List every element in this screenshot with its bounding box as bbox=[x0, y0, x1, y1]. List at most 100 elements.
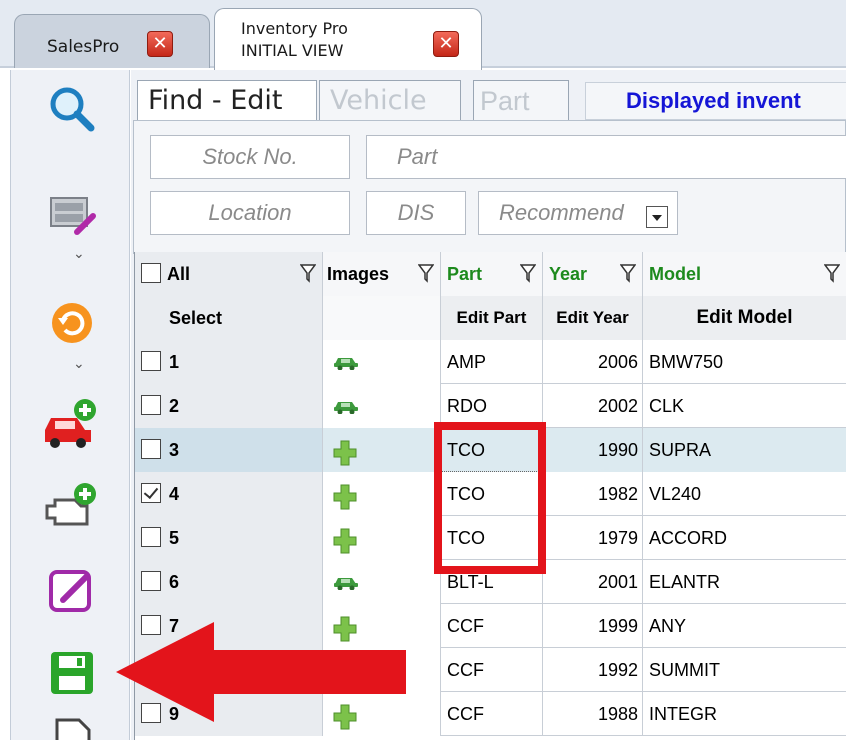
row-year[interactable]: 2001 bbox=[543, 560, 643, 604]
tab-salespro-label: SalesPro bbox=[47, 37, 120, 57]
images-edit-cell bbox=[323, 296, 441, 340]
close-icon[interactable]: ✕ bbox=[147, 31, 173, 57]
tab-vehicle[interactable]: Vehicle bbox=[319, 80, 461, 120]
left-toolbar: ⌄ ⌄ bbox=[10, 70, 130, 740]
edit-form-icon[interactable] bbox=[47, 188, 97, 238]
plus-icon[interactable] bbox=[333, 440, 357, 470]
row-image-cell[interactable] bbox=[323, 340, 441, 384]
add-engine-icon[interactable] bbox=[41, 482, 99, 532]
row-select-cell[interactable]: 6 bbox=[135, 560, 323, 604]
save-icon[interactable] bbox=[47, 648, 97, 698]
row-select-cell[interactable]: 3 bbox=[135, 428, 323, 472]
tab-part[interactable]: Part bbox=[473, 80, 569, 120]
row-model[interactable]: VL240 bbox=[643, 472, 846, 516]
row-number: 2 bbox=[169, 396, 180, 416]
column-header-all-label: All bbox=[167, 264, 191, 284]
plus-icon[interactable] bbox=[333, 528, 357, 558]
dis-field[interactable]: DIS bbox=[366, 191, 466, 235]
row-year[interactable]: 2006 bbox=[543, 340, 643, 384]
tab-inventory-pro[interactable]: Inventory Pro INITIAL VIEW ✕ bbox=[214, 8, 482, 70]
row-model[interactable]: BMW750 bbox=[643, 340, 846, 384]
car-icon[interactable] bbox=[333, 354, 359, 374]
part-field[interactable]: Part bbox=[366, 135, 846, 179]
stock-no-field[interactable]: Stock No. bbox=[150, 135, 350, 179]
row-model[interactable]: INTEGR bbox=[643, 692, 846, 736]
location-field[interactable]: Location bbox=[150, 191, 350, 235]
row-model[interactable]: CLK bbox=[643, 384, 846, 428]
row-year[interactable]: 1988 bbox=[543, 692, 643, 736]
row-checkbox[interactable] bbox=[141, 395, 161, 415]
column-header-part-label: Part bbox=[447, 264, 483, 284]
chevron-down-icon[interactable] bbox=[646, 206, 668, 228]
column-header-images-label: Images bbox=[327, 264, 390, 284]
row-model[interactable]: SUMMIT bbox=[643, 648, 846, 692]
row-year[interactable]: 2002 bbox=[543, 384, 643, 428]
row-select-cell[interactable]: 2 bbox=[135, 384, 323, 428]
plus-icon[interactable] bbox=[333, 484, 357, 514]
row-part[interactable]: AMP bbox=[441, 340, 543, 384]
filter-icon[interactable] bbox=[418, 263, 434, 283]
tab-inventory-label-line1: Inventory Pro bbox=[241, 19, 348, 38]
add-vehicle-icon[interactable] bbox=[41, 398, 99, 448]
row-checkbox[interactable] bbox=[141, 483, 161, 503]
row-year[interactable]: 1992 bbox=[543, 648, 643, 692]
row-year[interactable]: 1999 bbox=[543, 604, 643, 648]
select-all-checkbox[interactable] bbox=[141, 263, 161, 283]
row-model[interactable]: ACCORD bbox=[643, 516, 846, 560]
app-tab-strip: SalesPro ✕ Inventory Pro INITIAL VIEW ✕ bbox=[0, 0, 846, 70]
row-checkbox[interactable] bbox=[141, 527, 161, 547]
row-year[interactable]: 1979 bbox=[543, 516, 643, 560]
close-icon[interactable]: ✕ bbox=[433, 31, 459, 57]
row-image-cell[interactable] bbox=[323, 560, 441, 604]
chevron-down-icon[interactable]: ⌄ bbox=[73, 356, 85, 372]
row-image-cell[interactable] bbox=[323, 472, 441, 516]
row-checkbox[interactable] bbox=[141, 571, 161, 591]
row-checkbox[interactable] bbox=[141, 439, 161, 459]
recommend-select[interactable]: Recommend bbox=[478, 191, 678, 235]
filter-icon[interactable] bbox=[300, 263, 316, 283]
filter-icon[interactable] bbox=[824, 263, 840, 283]
row-select-cell[interactable]: 5 bbox=[135, 516, 323, 560]
row-number: 3 bbox=[169, 440, 180, 460]
chevron-down-icon[interactable]: ⌄ bbox=[73, 246, 85, 262]
edit-model-button[interactable]: Edit Model bbox=[643, 296, 846, 340]
row-checkbox[interactable] bbox=[141, 351, 161, 371]
tab-find-edit[interactable]: Find - Edit bbox=[137, 80, 317, 120]
row-model[interactable]: ANY bbox=[643, 604, 846, 648]
row-select-cell[interactable]: 4 bbox=[135, 472, 323, 516]
filter-icon[interactable] bbox=[520, 263, 536, 283]
column-header-part[interactable]: Part bbox=[441, 252, 543, 296]
row-select-cell[interactable]: 1 bbox=[135, 340, 323, 384]
car-icon[interactable] bbox=[333, 398, 359, 418]
grid-header-row: All Images Part Year Model bbox=[135, 252, 846, 296]
row-image-cell[interactable] bbox=[323, 516, 441, 560]
column-header-all[interactable]: All bbox=[135, 252, 323, 296]
row-part[interactable]: CCF bbox=[441, 648, 543, 692]
filter-icon[interactable] bbox=[620, 263, 636, 283]
tab-salespro[interactable]: SalesPro ✕ bbox=[14, 14, 210, 68]
refresh-icon[interactable] bbox=[47, 298, 97, 348]
column-header-year[interactable]: Year bbox=[543, 252, 643, 296]
row-image-cell[interactable] bbox=[323, 384, 441, 428]
filter-area: Stock No. Part Location DIS Recommend bbox=[133, 120, 846, 254]
edit-year-button[interactable]: Edit Year bbox=[543, 296, 643, 340]
column-header-images[interactable]: Images bbox=[323, 252, 441, 296]
row-number: 4 bbox=[169, 484, 180, 504]
row-number: 6 bbox=[169, 572, 180, 592]
row-year[interactable]: 1990 bbox=[543, 428, 643, 472]
displayed-inventory-label: Displayed invent bbox=[585, 82, 846, 120]
row-year[interactable]: 1982 bbox=[543, 472, 643, 516]
document-icon[interactable] bbox=[47, 716, 97, 740]
edit-part-button[interactable]: Edit Part bbox=[441, 296, 543, 340]
row-model[interactable]: SUPRA bbox=[643, 428, 846, 472]
row-image-cell[interactable] bbox=[323, 428, 441, 472]
search-icon[interactable] bbox=[47, 84, 97, 134]
row-part[interactable]: CCF bbox=[441, 692, 543, 736]
row-model[interactable]: ELANTR bbox=[643, 560, 846, 604]
arrow-icon bbox=[116, 622, 406, 722]
car-icon[interactable] bbox=[333, 574, 359, 594]
column-header-model[interactable]: Model bbox=[643, 252, 846, 296]
table-row[interactable]: 1 AMP 2006 BMW750 bbox=[135, 340, 846, 384]
edit-icon[interactable] bbox=[47, 564, 97, 614]
row-part[interactable]: CCF bbox=[441, 604, 543, 648]
